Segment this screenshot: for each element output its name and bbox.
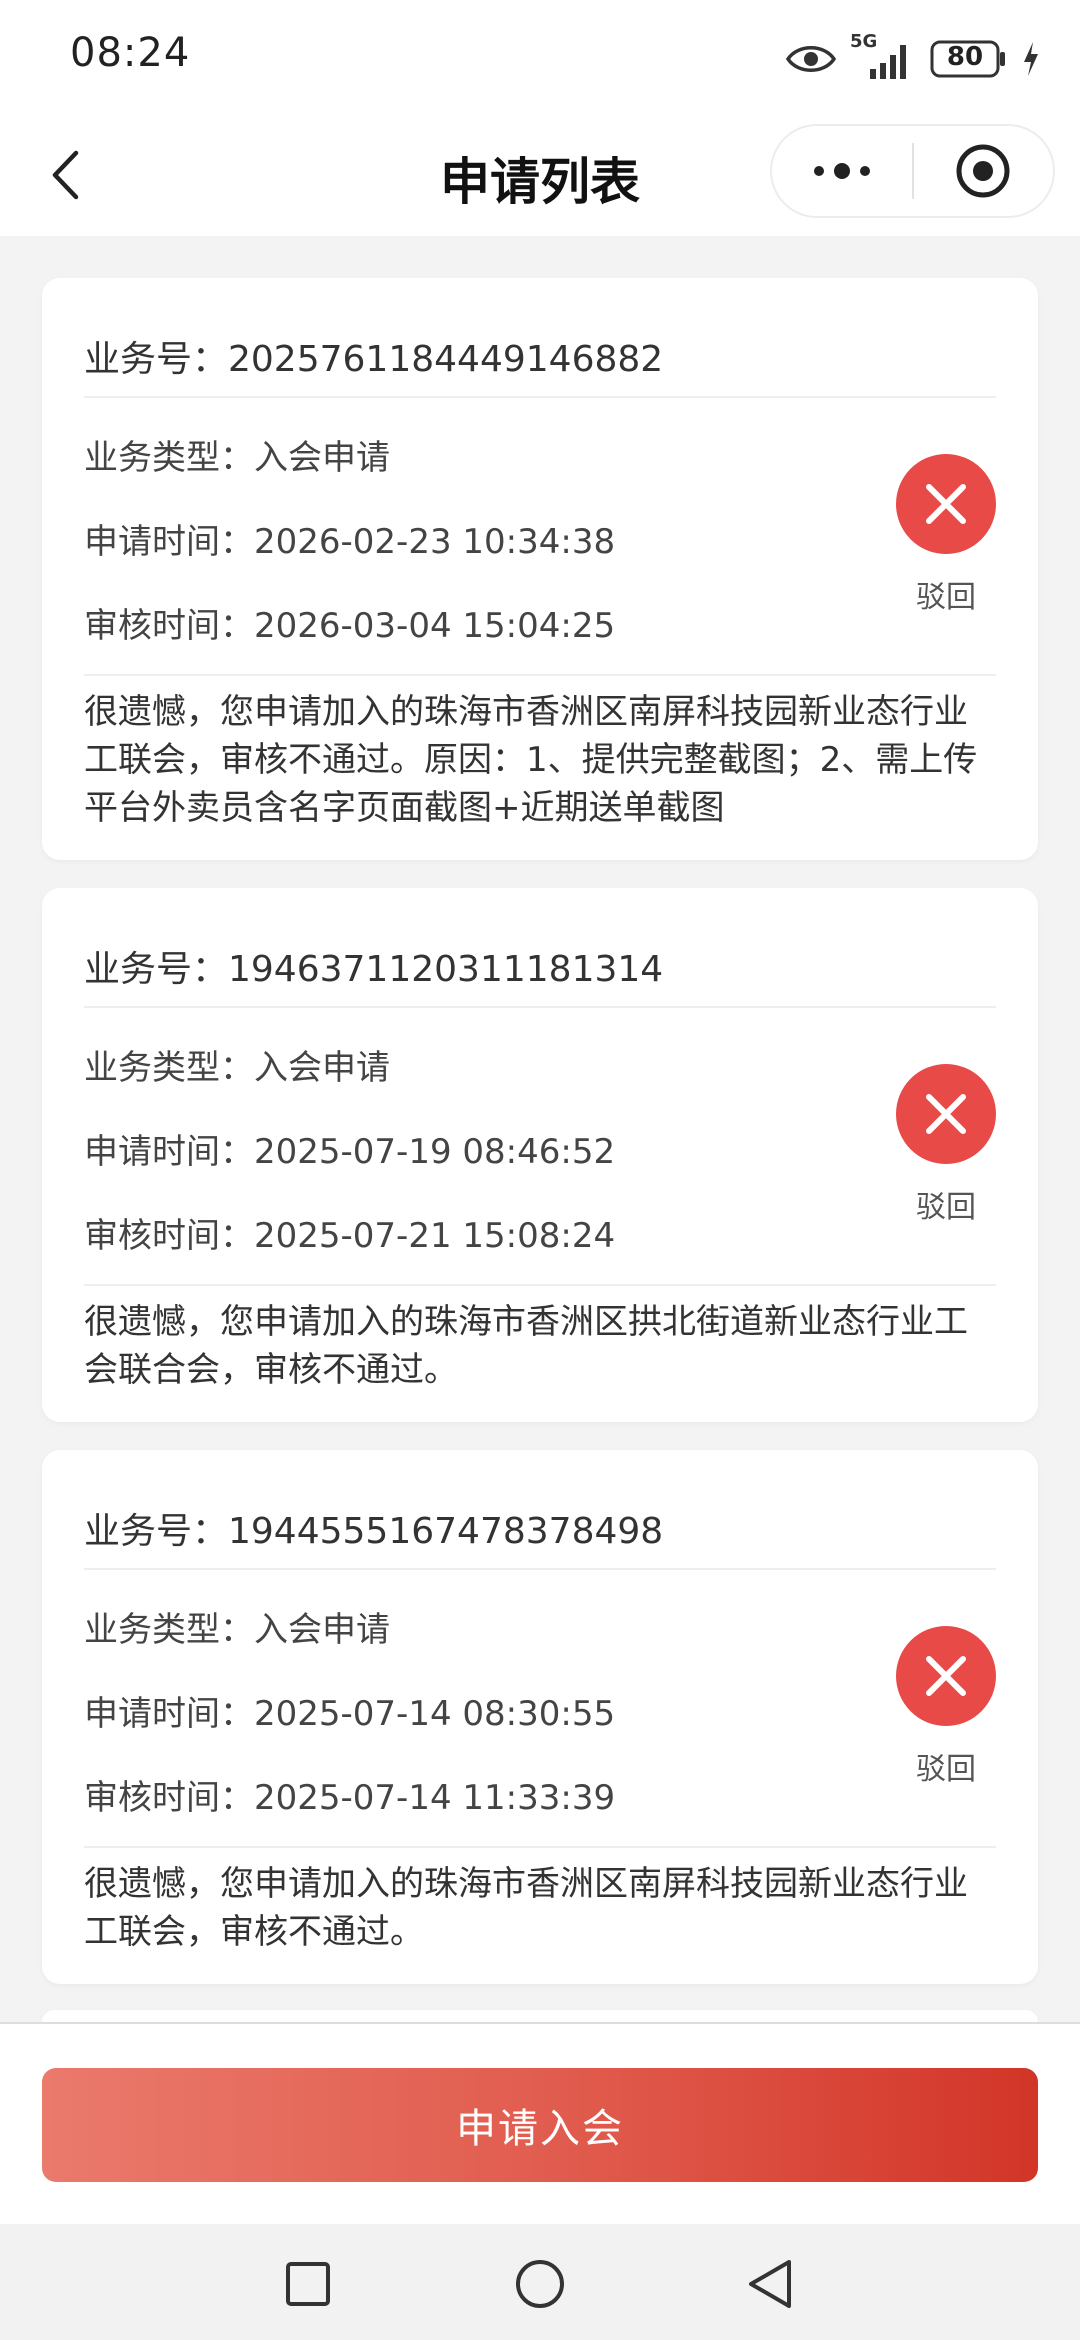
business-type: 业务类型：入会申请	[84, 1048, 390, 1088]
more-button[interactable]	[772, 126, 912, 216]
business-number: 业务号：1944555167478378498	[84, 1511, 664, 1552]
recent-apps-icon	[286, 2262, 330, 2306]
apply-time: 申请时间：2025-07-19 08:46:52	[84, 1132, 616, 1172]
status-label: 驳回	[916, 1752, 976, 1787]
business-type: 业务类型：入会申请	[84, 1610, 390, 1650]
application-card-partial[interactable]	[42, 2010, 1038, 2022]
card-divider	[84, 1568, 996, 1570]
review-time: 审核时间：2026-03-04 15:04:25	[84, 606, 616, 646]
status-time: 08:24	[70, 30, 191, 76]
business-number: 业务号：1946371120311181314	[84, 949, 664, 990]
charging-icon	[1022, 40, 1040, 78]
application-card[interactable]: 业务号：1944555167478378498 业务类型：入会申请 申请时间：2…	[42, 1450, 1038, 1984]
title-bar: 申请列表	[0, 118, 1080, 236]
review-time: 审核时间：2025-07-21 15:08:24	[84, 1216, 616, 1256]
review-reason: 很遗憾，您申请加入的珠海市香洲区南屏科技园新业态行业工联会，审核不通过。原因：1…	[84, 692, 978, 828]
reject-icon	[896, 1626, 996, 1726]
application-card[interactable]: 业务号：2025761184449146882 业务类型：入会申请 申请时间：2…	[42, 278, 1038, 860]
business-number: 业务号：2025761184449146882	[84, 339, 664, 380]
review-time: 审核时间：2025-07-14 11:33:39	[84, 1778, 616, 1818]
card-divider	[84, 1006, 996, 1008]
signal-icon: 5G	[850, 31, 916, 81]
status-indicator: 驳回	[896, 1064, 996, 1226]
home-button[interactable]	[510, 2254, 570, 2314]
close-mini-program-button[interactable]	[914, 126, 1054, 216]
status-bar: 08:24 5G 80	[0, 0, 1080, 118]
card-divider	[84, 1284, 996, 1286]
card-divider	[84, 674, 996, 676]
status-indicator: 驳回	[896, 454, 996, 616]
card-divider	[84, 396, 996, 398]
eye-icon	[786, 42, 836, 76]
back-icon	[749, 2260, 791, 2308]
status-icons: 5G 80	[786, 31, 1040, 86]
back-nav-button[interactable]	[740, 2254, 800, 2314]
status-indicator: 驳回	[896, 1626, 996, 1788]
apply-time: 申请时间：2026-02-23 10:34:38	[84, 522, 616, 562]
review-reason: 很遗憾，您申请加入的珠海市香洲区南屏科技园新业态行业工联会，审核不通过。	[84, 1864, 968, 1952]
application-card[interactable]: 业务号：1946371120311181314 业务类型：入会申请 申请时间：2…	[42, 888, 1038, 1422]
apply-membership-button[interactable]: 申请入会	[42, 2068, 1038, 2182]
reject-icon	[896, 1064, 996, 1164]
target-icon	[956, 144, 1010, 198]
navigation-bar	[0, 2224, 1080, 2340]
home-icon	[516, 2260, 564, 2308]
recent-apps-button[interactable]	[278, 2254, 338, 2314]
battery-icon: 80	[930, 39, 1008, 79]
card-divider	[84, 1846, 996, 1848]
reject-icon	[896, 454, 996, 554]
business-type: 业务类型：入会申请	[84, 438, 390, 478]
more-dots-icon	[813, 163, 870, 179]
status-label: 驳回	[916, 580, 976, 615]
mini-program-capsule	[770, 124, 1055, 218]
battery-level: 80	[946, 42, 984, 72]
review-reason: 很遗憾，您申请加入的珠海市香洲区拱北街道新业态行业工会联合会，审核不通过。	[84, 1302, 968, 1390]
status-label: 驳回	[916, 1190, 976, 1225]
apply-time: 申请时间：2025-07-14 08:30:55	[84, 1694, 616, 1734]
